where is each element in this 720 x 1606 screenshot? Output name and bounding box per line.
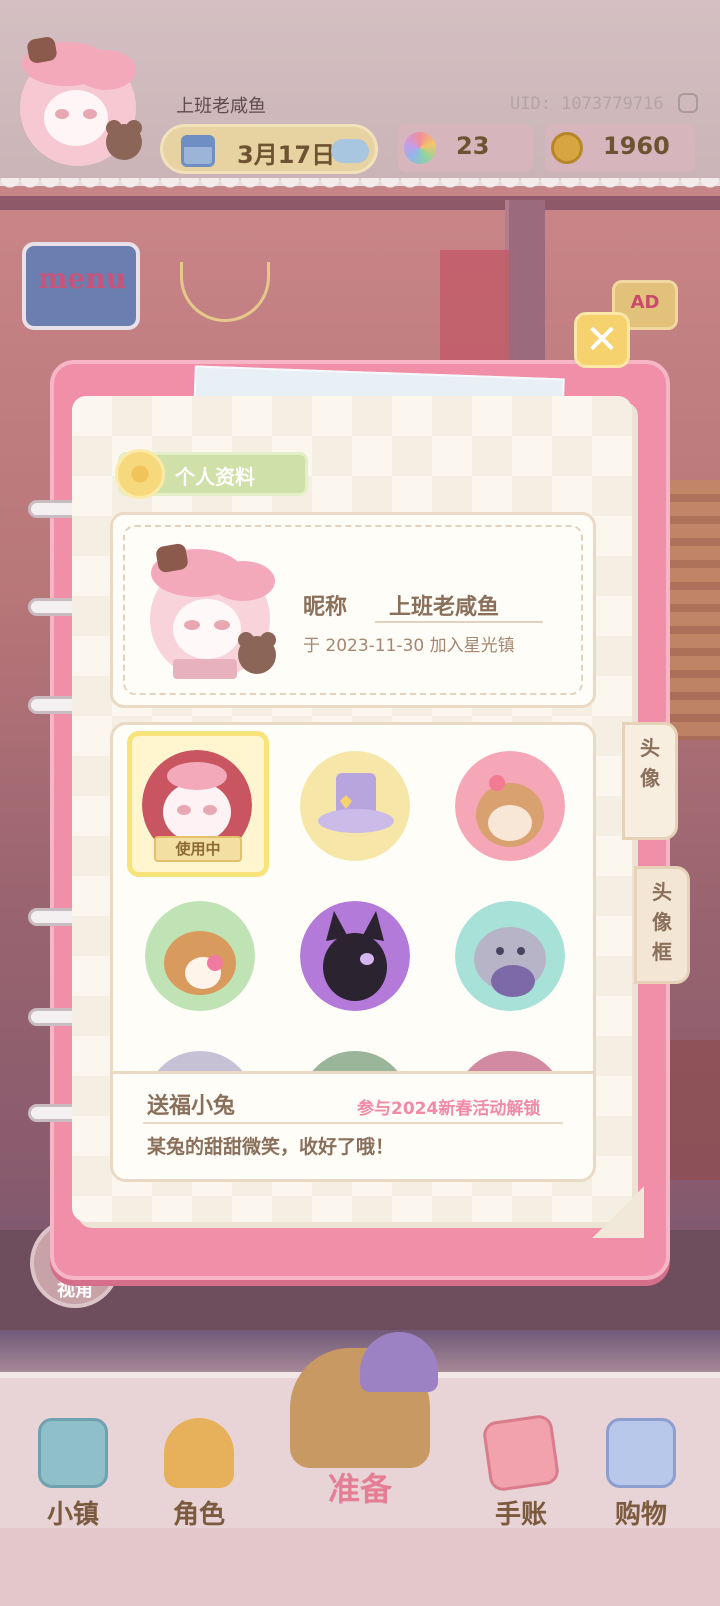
player-name: 上班老咸鱼: [176, 96, 266, 117]
coin-icon: [551, 132, 583, 164]
gray-cat-avatar[interactable]: [455, 901, 565, 1011]
coin-counter[interactable]: 1960: [545, 124, 695, 172]
nav-town-label: 小镇: [46, 1500, 99, 1530]
nav-town[interactable]: 小镇: [18, 1418, 128, 1558]
nav-character[interactable]: 角色: [144, 1418, 254, 1558]
lace-trim: [0, 178, 720, 192]
avatar-grid[interactable]: 使用中: [113, 725, 593, 1071]
gem-counter[interactable]: 23: [398, 124, 533, 172]
cloud-icon: [331, 139, 369, 163]
map-icon: [38, 1418, 108, 1488]
tab-avatar-frame[interactable]: 头像框: [634, 866, 690, 984]
nickname-value[interactable]: 上班老咸鱼: [389, 589, 499, 621]
player-avatar[interactable]: [6, 30, 151, 175]
player-uid: UID: 1073779716: [510, 94, 664, 114]
nav-shop-label: 购物: [614, 1500, 667, 1530]
close-icon: ✕: [585, 317, 619, 363]
nav-prepare[interactable]: 准备: [260, 1332, 460, 1538]
description-divider: [143, 1122, 563, 1124]
nickname-label: 昵称: [303, 595, 348, 620]
ad-label: AD: [630, 292, 660, 313]
flower-icon: [115, 449, 165, 499]
page-curl: [592, 1186, 644, 1238]
nav-shop[interactable]: 购物: [586, 1418, 696, 1558]
rainbow-gem-icon: [404, 132, 436, 164]
frame-description: 某兔的甜甜微笑，收好了哦！: [147, 1136, 395, 1158]
nickname-underline: [375, 621, 543, 623]
top-status-bar: 上班老咸鱼 UID: 1073779716 3月17日 23 1960: [0, 0, 720, 192]
coin-count: 1960: [603, 132, 670, 160]
unlock-condition: 参与2024新春活动解锁: [357, 1099, 541, 1119]
journal-icon: [481, 1413, 561, 1493]
shopping-bag-icon: [606, 1418, 676, 1488]
in-use-badge: 使用中: [154, 836, 242, 862]
tab-avatar-frame-label: 头像框: [652, 880, 672, 964]
join-date-text: 于 2023-11-30 加入星光镇: [303, 636, 515, 656]
wall-trim: [0, 196, 720, 210]
section-title: 个人资料: [175, 465, 255, 489]
avatar-selector-card: 使用中 送福小兔 参与2024新春活动解锁 某兔的甜甜微笑，收好了哦！: [110, 722, 596, 1182]
shiba-girl-avatar[interactable]: [455, 751, 565, 861]
avatar-option-partial[interactable]: [145, 1051, 255, 1071]
nav-character-label: 角色: [172, 1500, 225, 1530]
notebook-page: 个人资料 昵称 上班老咸鱼 于 2023-11-30 加入星光镇 使用中 送福小…: [72, 396, 690, 1238]
tab-avatar-label: 头像: [640, 736, 660, 790]
magic-hat-avatar[interactable]: [300, 751, 410, 861]
date-text: 3月17日: [237, 141, 336, 169]
gem-count: 23: [456, 132, 490, 160]
copy-icon[interactable]: [678, 93, 698, 113]
puppy-avatar[interactable]: [145, 901, 255, 1011]
tab-avatar[interactable]: 头像: [622, 722, 678, 840]
nav-journal[interactable]: 手账: [466, 1413, 576, 1558]
date-display[interactable]: 3月17日: [160, 124, 378, 174]
hat-icon: [360, 1332, 438, 1392]
avatar-option-partial[interactable]: [455, 1051, 565, 1071]
bottom-navigation: 小镇 角色 准备 手账 购物: [0, 1332, 720, 1606]
profile-avatar: [150, 543, 276, 679]
avatar-option-partial[interactable]: [300, 1051, 410, 1071]
nav-journal-label: 手账: [494, 1500, 547, 1530]
menu-button[interactable]: menu: [22, 242, 140, 330]
frame-description-panel: 送福小兔 参与2024新春活动解锁 某兔的甜甜微笑，收好了哦！: [113, 1071, 593, 1179]
profile-info-card: 昵称 上班老咸鱼 于 2023-11-30 加入星光镇: [110, 512, 596, 708]
close-button[interactable]: ✕: [574, 312, 630, 368]
profile-dialog: ✕ 个人资料 昵称 上班老咸鱼 于 2023-11-30 加入星光镇 使用中 送…: [28, 312, 690, 1280]
avatar-option-selected[interactable]: 使用中: [127, 731, 269, 877]
character-icon: [164, 1418, 234, 1488]
black-cat-avatar[interactable]: [300, 901, 410, 1011]
calendar-icon: [181, 135, 215, 167]
section-tag: 个人资料: [115, 449, 308, 499]
frame-name: 送福小兔: [147, 1094, 236, 1119]
chandelier-icon: [180, 262, 270, 322]
menu-label: menu: [37, 262, 127, 295]
nav-prepare-label: 准备: [327, 1470, 392, 1508]
